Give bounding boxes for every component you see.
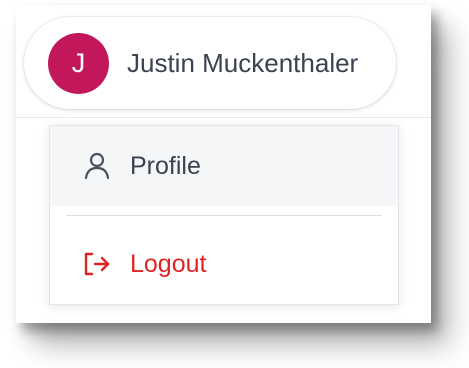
menu-item-logout[interactable]: Logout — [50, 224, 398, 304]
user-name: Justin Muckenthaler — [127, 47, 359, 78]
screenshot-stage: J Justin Muckenthaler Profile Logout — [0, 0, 469, 368]
user-icon — [82, 151, 112, 181]
user-menu-button[interactable]: J Justin Muckenthaler — [24, 17, 396, 109]
popup-frame-inner: J Justin Muckenthaler Profile Logout — [16, 5, 431, 323]
avatar: J — [48, 32, 109, 94]
user-dropdown-menu: Profile Logout — [49, 125, 399, 305]
logout-icon — [82, 249, 112, 279]
avatar-initial: J — [71, 47, 86, 78]
header-divider — [16, 117, 431, 118]
menu-item-label: Logout — [130, 249, 207, 278]
popup-frame: J Justin Muckenthaler Profile Logout — [16, 5, 431, 323]
menu-divider — [66, 215, 382, 216]
menu-item-label: Profile — [130, 151, 201, 180]
menu-item-profile[interactable]: Profile — [50, 126, 398, 206]
